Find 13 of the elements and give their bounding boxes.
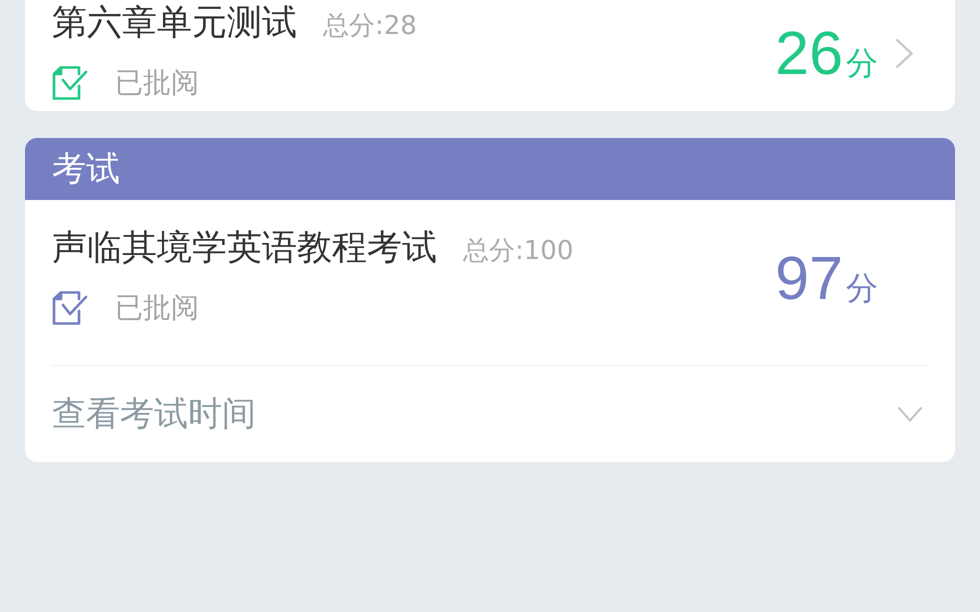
item-title: 第六章单元测试: [52, 3, 297, 43]
total-score: 总分:28: [323, 10, 417, 43]
status-text: 已批阅: [115, 65, 199, 101]
item-title: 声临其境学英语教程考试: [52, 228, 437, 268]
score-unit: 分: [846, 46, 878, 78]
section-header: 考试: [25, 138, 955, 200]
status-text: 已批阅: [115, 290, 199, 326]
score-value: 97: [775, 248, 843, 308]
chevron-right-icon[interactable]: [895, 38, 913, 68]
score-unit: 分: [846, 272, 878, 304]
total-score: 总分:100: [463, 235, 574, 268]
score-value: 26: [775, 22, 843, 84]
exam-time-toggle[interactable]: 查看考试时间: [51, 366, 929, 462]
